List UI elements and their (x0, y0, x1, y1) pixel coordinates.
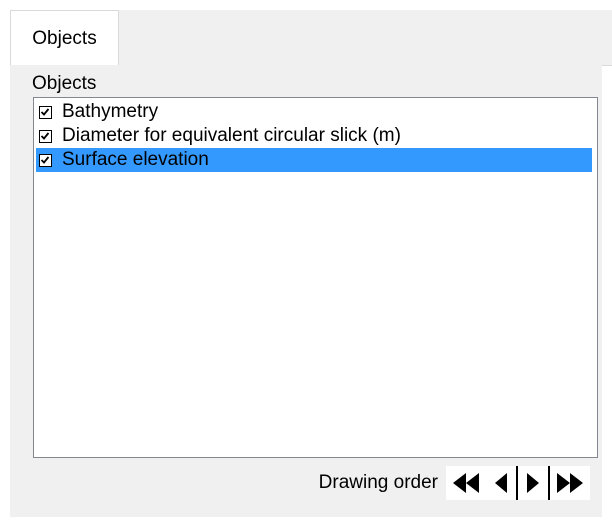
drawing-order-row: Drawing order (319, 463, 590, 503)
objects-group-label: Objects (32, 73, 97, 94)
list-item-label: Bathymetry (62, 101, 159, 122)
tab-objects-label: Objects (32, 28, 97, 49)
checkbox-bathymetry[interactable] (39, 105, 52, 119)
move-forward-button[interactable] (518, 466, 548, 500)
list-item-surface-elevation[interactable]: Surface elevation (36, 148, 592, 172)
checkmark-icon (40, 107, 50, 116)
double-left-arrow-icon (453, 473, 479, 493)
move-to-back-button[interactable] (446, 466, 486, 500)
checkbox-diameter[interactable] (39, 129, 52, 143)
list-item-label: Surface elevation (62, 149, 209, 170)
move-back-button[interactable] (486, 466, 516, 500)
left-arrow-icon (495, 473, 507, 493)
checkmark-icon (40, 155, 50, 164)
objects-panel: Objects Objects Bathymetry Diameter for … (0, 0, 612, 522)
list-item-diameter[interactable]: Diameter for equivalent circular slick (… (36, 124, 592, 148)
move-to-front-button[interactable] (550, 466, 590, 500)
checkmark-icon (40, 131, 50, 140)
drawing-order-label: Drawing order (318, 472, 438, 493)
double-right-arrow-icon (557, 473, 583, 493)
right-arrow-icon (527, 473, 539, 493)
objects-list[interactable]: Bathymetry Diameter for equivalent circu… (33, 97, 598, 458)
drawing-order-buttons (446, 466, 590, 500)
list-item-bathymetry[interactable]: Bathymetry (36, 100, 592, 124)
tab-body: Objects Bathymetry Diameter for equivale… (10, 65, 602, 517)
tab-objects[interactable]: Objects (10, 10, 119, 67)
checkbox-surface-elevation[interactable] (39, 153, 52, 167)
tab-strip: Objects (10, 10, 612, 67)
list-item-label: Diameter for equivalent circular slick (… (62, 125, 401, 146)
